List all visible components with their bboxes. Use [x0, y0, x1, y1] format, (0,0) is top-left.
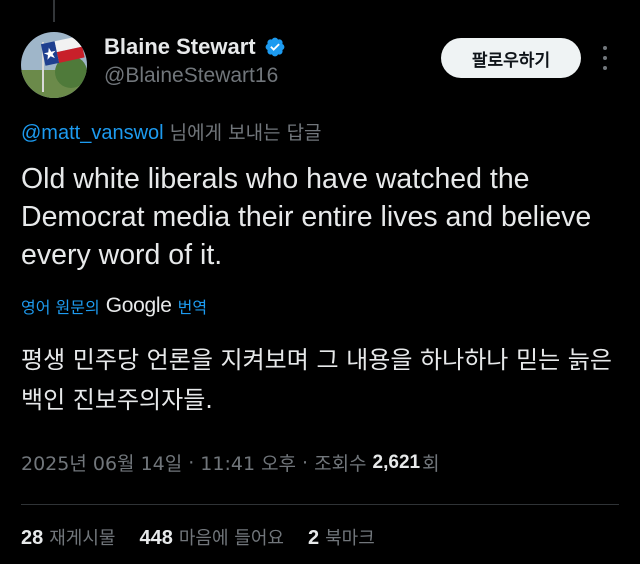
tweet-text: Old white liberals who have watched the …	[21, 163, 592, 271]
thread-connector-line	[53, 0, 55, 22]
more-options-icon[interactable]	[598, 46, 612, 70]
translation-prefix: 영어 원문의	[21, 298, 100, 317]
likes-stat[interactable]: 448 마음에 들어요	[140, 524, 284, 550]
author-display-name[interactable]: Blaine Stewart	[104, 34, 256, 60]
reposts-stat[interactable]: 28 재게시물	[21, 524, 116, 550]
reply-mention-link[interactable]: @matt_vanswol	[21, 122, 164, 144]
meta-separator: ·	[188, 451, 195, 474]
tweet-time[interactable]: 11:41 오후	[200, 449, 296, 476]
avatar[interactable]	[21, 32, 87, 98]
google-logo: Google	[105, 294, 172, 317]
reposts-label: 재게시물	[49, 528, 116, 549]
views-label: 조회수	[314, 453, 367, 475]
bookmarks-label: 북마크	[325, 528, 375, 549]
tweet-date[interactable]: 2025년 06월 14일	[21, 449, 182, 476]
divider	[21, 504, 619, 505]
likes-count: 448	[139, 527, 173, 549]
author-name-row: Blaine Stewart	[104, 34, 286, 60]
engagement-stats: 28 재게시물 448 마음에 들어요 2 북마크	[21, 524, 399, 550]
translation-suffix: 번역	[177, 298, 208, 317]
bookmarks-stat[interactable]: 2 북마크	[308, 524, 375, 550]
texas-flag-avatar-icon	[21, 32, 87, 98]
follow-button[interactable]: 팔로우하기	[441, 38, 581, 78]
reply-context: @matt_vanswol 님에게 보내는 답글	[21, 118, 322, 145]
author-handle[interactable]: @BlaineStewart16	[104, 64, 278, 88]
likes-label: 마음에 들어요	[178, 528, 284, 549]
reply-context-suffix: 님에게 보내는 답글	[163, 122, 322, 144]
tweet-meta: 2025년 06월 14일 · 11:41 오후 · 조회수 2,621 회	[21, 449, 440, 476]
bookmarks-count: 2	[307, 527, 320, 549]
views-count: 2,621	[372, 451, 421, 473]
translation-attribution[interactable]: 영어 원문의 Google 번역	[21, 294, 207, 318]
translated-tweet-text: 평생 민주당 언론을 지켜보며 그 내용을 하나하나 믿는 늙은 백인 진보주의…	[21, 346, 612, 414]
reposts-count: 28	[21, 527, 44, 549]
meta-separator: ·	[302, 451, 309, 474]
verified-badge-icon	[265, 37, 285, 57]
views-unit: 회	[422, 453, 440, 475]
